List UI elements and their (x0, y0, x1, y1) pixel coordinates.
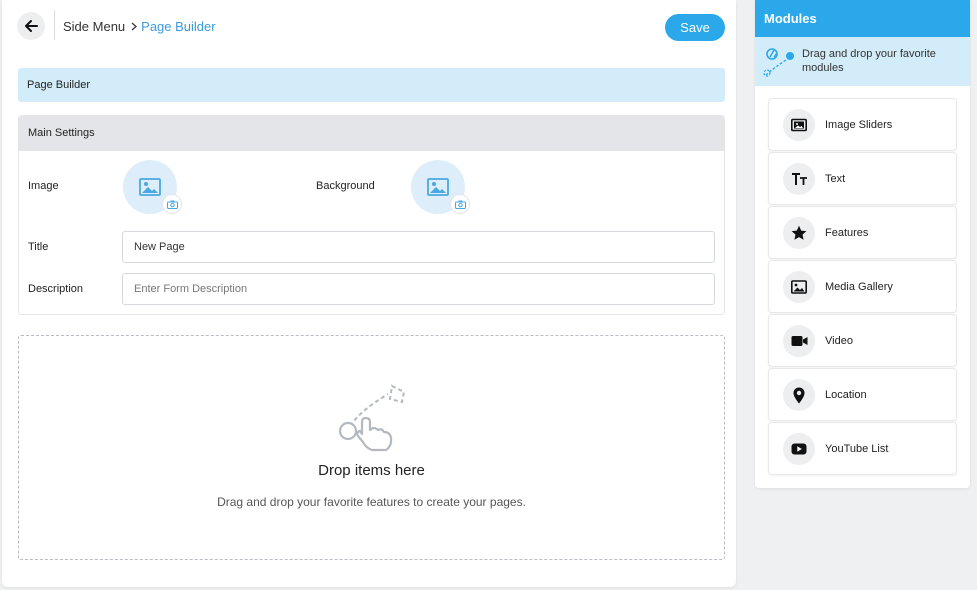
camera-icon[interactable] (450, 194, 470, 214)
youtube-icon (783, 433, 815, 465)
breadcrumb-page-builder: Page Builder (141, 19, 216, 34)
camera-icon[interactable] (162, 194, 182, 214)
back-button[interactable] (17, 12, 45, 40)
video-icon (783, 325, 815, 357)
modules-hint: Drag and drop your favorite modules (755, 37, 970, 86)
module-youtube-list[interactable]: YouTube List (768, 422, 957, 475)
module-label: Image Sliders (825, 119, 893, 131)
module-label: Location (825, 389, 867, 401)
image-placeholder-icon (427, 178, 449, 196)
save-button[interactable]: Save (665, 14, 725, 41)
text-icon (783, 163, 815, 195)
page-builder-card: Side Menu Page Builder Save Page Builder… (2, 0, 736, 587)
module-video[interactable]: Video (768, 314, 957, 367)
description-input[interactable] (122, 273, 715, 305)
module-location[interactable]: Location (768, 368, 957, 421)
module-features[interactable]: Features (768, 206, 957, 259)
header-divider (54, 10, 55, 40)
main-settings-panel: Main Settings Image Background Title New… (18, 115, 725, 315)
drag-hand-icon (338, 384, 406, 452)
chevron-right-icon (131, 22, 138, 31)
module-label: Features (825, 227, 869, 239)
drop-zone[interactable]: Drop items here Drag and drop your favor… (18, 335, 725, 560)
main-settings-title: Main Settings (19, 116, 724, 151)
module-image-sliders[interactable]: Image Sliders (768, 98, 957, 151)
star-icon (783, 217, 815, 249)
module-media-gallery[interactable]: Media Gallery (768, 260, 957, 313)
media-gallery-icon (783, 271, 815, 303)
module-list: Image Sliders Text Features Media Galler… (768, 98, 957, 476)
image-label: Image (28, 180, 59, 192)
modules-title: Modules (755, 0, 970, 37)
module-label: YouTube List (825, 443, 889, 455)
image-placeholder-icon (139, 178, 161, 196)
title-input[interactable] (122, 231, 715, 263)
drag-hint-icon (763, 48, 794, 77)
image-uploader[interactable] (123, 160, 182, 214)
module-label: Video (825, 335, 853, 347)
module-label: Text (825, 173, 846, 185)
module-label: Media Gallery (825, 281, 893, 293)
image-slider-icon (783, 109, 815, 141)
breadcrumb-side-menu[interactable]: Side Menu (63, 19, 125, 34)
title-label: Title (28, 241, 49, 253)
modules-hint-text: Drag and drop your favorite modules (802, 48, 936, 74)
arrow-left-icon (25, 20, 38, 32)
breadcrumb: Side Menu Page Builder (63, 19, 216, 34)
drop-zone-title: Drop items here (318, 462, 425, 479)
module-text[interactable]: Text (768, 152, 957, 205)
drop-zone-subtitle: Drag and drop your favorite features to … (217, 495, 526, 509)
background-label: Background (316, 180, 375, 192)
page-builder-banner: Page Builder (18, 68, 725, 102)
location-pin-icon (783, 379, 815, 411)
modules-panel: Modules Drag and drop your favorite modu… (755, 0, 970, 488)
background-uploader[interactable] (411, 160, 470, 214)
description-label: Description (28, 283, 84, 295)
